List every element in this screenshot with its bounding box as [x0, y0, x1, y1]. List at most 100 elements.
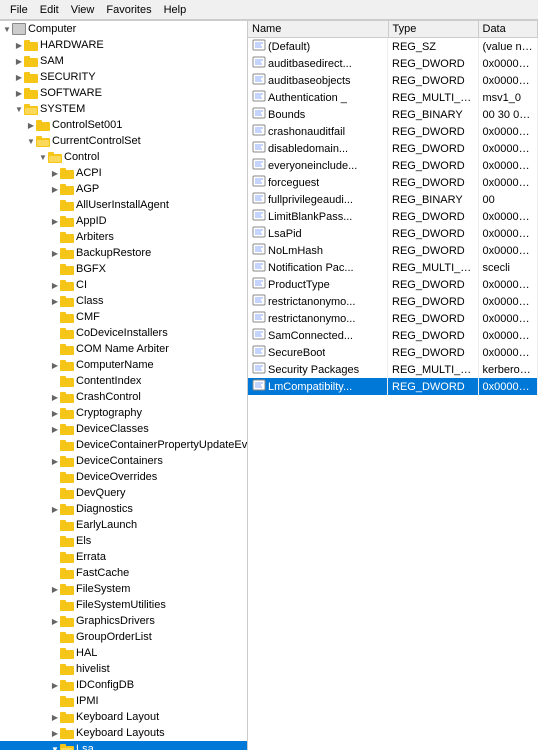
- tree-item-deviceoverrides[interactable]: DeviceOverrides: [0, 469, 247, 485]
- table-row[interactable]: forceguestREG_DWORD0x00000000 (0): [248, 174, 538, 191]
- cell-type: REG_DWORD: [388, 208, 478, 225]
- tree-item-currentcontrolset[interactable]: ▼ CurrentControlSet: [0, 133, 247, 149]
- column-header-name[interactable]: Name: [248, 21, 388, 38]
- tree-item-system[interactable]: ▼ SYSTEM: [0, 101, 247, 117]
- menu-view[interactable]: View: [65, 3, 101, 17]
- menu-file[interactable]: File: [4, 3, 34, 17]
- tree-root-label: Computer: [28, 23, 76, 35]
- table-row[interactable]: SecureBootREG_DWORD0x00000001 (1): [248, 344, 538, 361]
- table-row[interactable]: LsaPidREG_DWORD0x000002a0 (672): [248, 225, 538, 242]
- table-row[interactable]: NoLmHashREG_DWORD0x00000001 (1): [248, 242, 538, 259]
- tree-item-deviceclasses[interactable]: ▶ DeviceClasses: [0, 421, 247, 437]
- tree-item-label: Keyboard Layouts: [76, 727, 165, 739]
- tree-item-diagnostics[interactable]: ▶ Diagnostics: [0, 501, 247, 517]
- column-header-type[interactable]: Type: [388, 21, 478, 38]
- table-row[interactable]: SamConnected...REG_DWORD0x00000001 (1): [248, 327, 538, 344]
- table-row[interactable]: restrictanonymo...REG_DWORD0x00000000 (0…: [248, 293, 538, 310]
- table-row[interactable]: fullprivilegeaudi...REG_BINARY00: [248, 191, 538, 208]
- tree-item-appid[interactable]: ▶ AppID: [0, 213, 247, 229]
- registry-values[interactable]: NameTypeData (Default)REG_SZ(value not s…: [248, 21, 538, 750]
- registry-value-icon: [252, 158, 266, 173]
- table-row[interactable]: ProductTypeREG_DWORD0x00000006 (6): [248, 276, 538, 293]
- table-row[interactable]: Authentication _REG_MULTI_SZmsv1_0: [248, 89, 538, 106]
- tree-item-codeviceinstallers[interactable]: CoDeviceInstallers: [0, 325, 247, 341]
- tree-item-grouporderlist[interactable]: GroupOrderList: [0, 629, 247, 645]
- tree-item-label: AllUserInstallAgent: [76, 199, 169, 211]
- tree-item-software[interactable]: ▶ SOFTWARE: [0, 85, 247, 101]
- tree-item-lsa[interactable]: ▼ Lsa: [0, 741, 247, 750]
- table-row[interactable]: Notification Pac...REG_MULTI_SZscecli: [248, 259, 538, 276]
- tree-item-earlylaunch[interactable]: EarlyLaunch: [0, 517, 247, 533]
- table-row[interactable]: auditbaseobjectsREG_DWORD0x00000000 (0): [248, 72, 538, 89]
- tree-item-crashcontrol[interactable]: ▶ CrashControl: [0, 389, 247, 405]
- tree-item-computername[interactable]: ▶ ComputerName: [0, 357, 247, 373]
- table-row[interactable]: auditbasedirect...REG_DWORD0x00000000 (0…: [248, 55, 538, 72]
- tree-item-label: Arbiters: [76, 231, 114, 243]
- tree-item-bgfx[interactable]: BGFX: [0, 261, 247, 277]
- tree-item-idconfigdb[interactable]: ▶ IDConfigDB: [0, 677, 247, 693]
- tree-item-backuprestore[interactable]: ▶ BackupRestore: [0, 245, 247, 261]
- tree-item-hivelist[interactable]: hivelist: [0, 661, 247, 677]
- tree-item-controlset001[interactable]: ▶ ControlSet001: [0, 117, 247, 133]
- registry-tree[interactable]: ▼ Computer ▶ HARDWARE▶ SAM▶ SECURITY▶ SO…: [0, 21, 248, 750]
- tree-item-arbiters[interactable]: Arbiters: [0, 229, 247, 245]
- tree-item-hal[interactable]: HAL: [0, 645, 247, 661]
- cell-name: LmCompatibilty...: [248, 378, 388, 395]
- no-arrow-icon: [50, 472, 60, 482]
- tree-item-devicecontainerpropertyupdateevents[interactable]: DeviceContainerPropertyUpdateEvents: [0, 437, 247, 453]
- table-row[interactable]: crashonauditfailREG_DWORD0x00000000 (0): [248, 123, 538, 140]
- chevron-right-icon: ▶: [14, 72, 24, 82]
- value-name: everyoneinclude...: [268, 160, 357, 172]
- tree-item-agp[interactable]: ▶ AGP: [0, 181, 247, 197]
- tree-item-comnamearbiter[interactable]: COM Name Arbiter: [0, 341, 247, 357]
- tree-item-label: ContentIndex: [76, 375, 141, 387]
- folder-icon: [60, 743, 74, 750]
- tree-item-els[interactable]: Els: [0, 533, 247, 549]
- tree-item-filesystemutilities[interactable]: FileSystemUtilities: [0, 597, 247, 613]
- tree-item-control[interactable]: ▼ Control: [0, 149, 247, 165]
- tree-item-contentindex[interactable]: ContentIndex: [0, 373, 247, 389]
- tree-item-devquery[interactable]: DevQuery: [0, 485, 247, 501]
- tree-item-keyboardlayouts[interactable]: ▶ Keyboard Layouts: [0, 725, 247, 741]
- tree-item-errata[interactable]: Errata: [0, 549, 247, 565]
- no-arrow-icon: [50, 344, 60, 354]
- tree-item-acpi[interactable]: ▶ ACPI: [0, 165, 247, 181]
- tree-item-label: AGP: [76, 183, 99, 195]
- column-header-data[interactable]: Data: [478, 21, 538, 38]
- value-name: LimitBlankPass...: [268, 211, 352, 223]
- menu-favorites[interactable]: Favorites: [100, 3, 157, 17]
- table-row[interactable]: disabledomain...REG_DWORD0x00000000 (0): [248, 140, 538, 157]
- tree-item-ipmi[interactable]: IPMI: [0, 693, 247, 709]
- table-row[interactable]: (Default)REG_SZ(value not set): [248, 38, 538, 56]
- tree-item-keyboardlayout[interactable]: ▶ Keyboard Layout: [0, 709, 247, 725]
- tree-item-security[interactable]: ▶ SECURITY: [0, 69, 247, 85]
- tree-item-filesystem[interactable]: ▶ FileSystem: [0, 581, 247, 597]
- tree-item-alluserinstallagent[interactable]: AllUserInstallAgent: [0, 197, 247, 213]
- tree-item-label: Lsa: [76, 743, 94, 750]
- menu-edit[interactable]: Edit: [34, 3, 65, 17]
- tree-root-computer[interactable]: ▼ Computer: [0, 21, 247, 37]
- tree-item-hardware[interactable]: ▶ HARDWARE: [0, 37, 247, 53]
- tree-item-fastcache[interactable]: FastCache: [0, 565, 247, 581]
- tree-item-cryptography[interactable]: ▶ Cryptography: [0, 405, 247, 421]
- table-row[interactable]: LimitBlankPass...REG_DWORD0x00000001 (1): [248, 208, 538, 225]
- tree-item-graphicsdrivers[interactable]: ▶ GraphicsDrivers: [0, 613, 247, 629]
- chevron-right-icon: ▶: [50, 296, 60, 306]
- table-row[interactable]: BoundsREG_BINARY00 30 00 00 00 20 00 00: [248, 106, 538, 123]
- tree-item-ci[interactable]: ▶ CI: [0, 277, 247, 293]
- table-row[interactable]: Security PackagesREG_MULTI_SZkerberos ms…: [248, 361, 538, 378]
- menu-help[interactable]: Help: [158, 3, 193, 17]
- tree-item-devicecontainers[interactable]: ▶ DeviceContainers: [0, 453, 247, 469]
- value-name: Bounds: [268, 109, 305, 121]
- folder-icon: [60, 487, 74, 499]
- folder-icon: [24, 55, 38, 67]
- table-row[interactable]: LmCompatibilty...REG_DWORD0x00000002 (2): [248, 378, 538, 395]
- tree-item-label: ComputerName: [76, 359, 154, 371]
- tree-item-label: GroupOrderList: [76, 631, 152, 643]
- tree-item-cmf[interactable]: CMF: [0, 309, 247, 325]
- table-row[interactable]: everyoneinclude...REG_DWORD0x00000000 (0…: [248, 157, 538, 174]
- tree-item-sam[interactable]: ▶ SAM: [0, 53, 247, 69]
- table-row[interactable]: restrictanonymo...REG_DWORD0x00000001 (1…: [248, 310, 538, 327]
- cell-data: 0x00000000 (0): [478, 72, 538, 89]
- tree-item-class[interactable]: ▶ Class: [0, 293, 247, 309]
